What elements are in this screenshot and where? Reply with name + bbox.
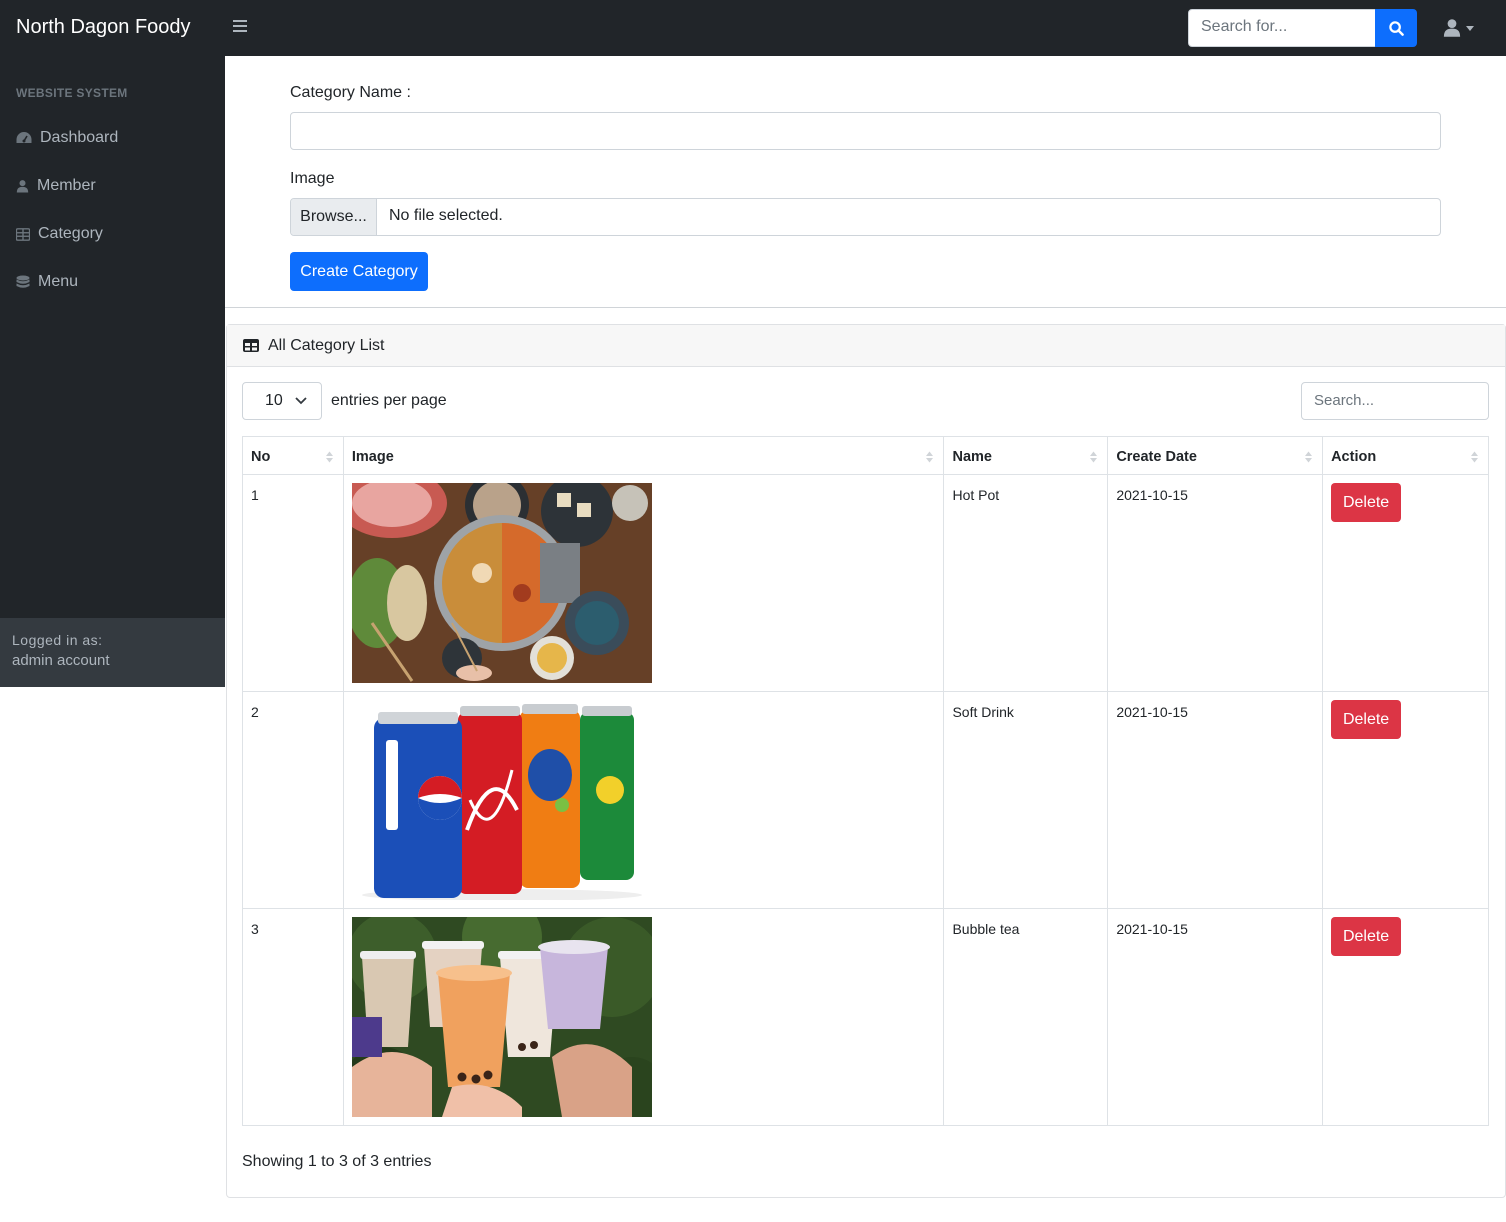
- logged-in-label: Logged in as:: [12, 632, 103, 648]
- create-category-button[interactable]: Create Category: [290, 252, 428, 291]
- column-header-action[interactable]: Action: [1322, 436, 1489, 475]
- entries-per-page-select[interactable]: 10: [242, 382, 322, 420]
- hot-pot-image: [351, 483, 652, 683]
- sidebar-footer: Logged in as: admin account: [0, 618, 225, 687]
- category-name-label: Category Name :: [290, 84, 411, 101]
- entries-info: Showing 1 to 3 of 3 entries: [242, 1153, 432, 1170]
- brand-title[interactable]: North Dagon Foody: [16, 16, 191, 39]
- search-icon: [1388, 20, 1404, 36]
- sidebar-heading: WEBSITE SYSTEM: [16, 86, 128, 100]
- per-page-value: 10: [265, 392, 283, 409]
- category-name: Soft Drink: [943, 691, 1109, 909]
- browse-button[interactable]: Browse...: [291, 199, 377, 235]
- sidebar: WEBSITE SYSTEM Dashboard Member Category: [0, 56, 225, 687]
- category-name: Hot Pot: [943, 474, 1109, 692]
- sort-icon: [325, 451, 333, 463]
- bubble-tea-image: [351, 917, 652, 1117]
- image-file-input[interactable]: Browse... No file selected.: [290, 198, 1441, 236]
- sidebar-item-label: Dashboard: [40, 129, 119, 146]
- delete-button[interactable]: Delete: [1331, 700, 1402, 739]
- search-button[interactable]: [1375, 9, 1417, 47]
- category-name-input[interactable]: [290, 112, 1441, 150]
- soft-drink-image: [351, 700, 652, 900]
- user-icon: [16, 180, 29, 193]
- table-icon: [16, 227, 30, 241]
- database-icon: [16, 275, 30, 288]
- column-header-no[interactable]: No: [242, 436, 344, 475]
- delete-button[interactable]: Delete: [1331, 917, 1402, 956]
- create-date: 2021-10-15: [1107, 691, 1324, 909]
- card-header: All Category List: [227, 325, 1505, 367]
- sidebar-item-category[interactable]: Category: [16, 222, 103, 246]
- account-name: admin account: [12, 652, 110, 669]
- top-navbar: North Dagon Foody Search for...: [0, 0, 1506, 56]
- table-row: 2 Soft Drink 2021-10-15 Delete: [242, 691, 1489, 909]
- chevron-down-icon: [295, 397, 307, 405]
- category-name: Bubble tea: [943, 908, 1109, 1126]
- row-number: 2: [242, 691, 344, 909]
- category-table: No Image Name Create Date Action 1 Hot P…: [242, 436, 1489, 1126]
- sidebar-item-member[interactable]: Member: [16, 174, 96, 198]
- table-row: 3 Bubble tea 2021-10-15 Delete: [242, 908, 1489, 1126]
- row-number: 3: [242, 908, 344, 1126]
- top-search-input[interactable]: Search for...: [1188, 9, 1376, 47]
- user-icon: [1443, 19, 1461, 37]
- column-header-create-date[interactable]: Create Date: [1107, 436, 1324, 475]
- card-title: All Category List: [268, 336, 385, 354]
- sort-icon: [1305, 451, 1313, 463]
- per-page-label: entries per page: [331, 392, 447, 409]
- sidebar-item-label: Menu: [38, 273, 79, 290]
- sidebar-item-label: Member: [37, 177, 96, 194]
- sidebar-item-dashboard[interactable]: Dashboard: [16, 126, 118, 150]
- sidebar-item-menu[interactable]: Menu: [16, 270, 78, 294]
- dashboard-icon: [16, 132, 32, 143]
- user-dropdown[interactable]: [1440, 18, 1480, 40]
- sort-icon: [926, 451, 934, 463]
- divider: [225, 307, 1506, 308]
- file-status: No file selected.: [389, 207, 503, 224]
- image-label: Image: [290, 170, 335, 187]
- table-search-input[interactable]: Search...: [1301, 382, 1489, 420]
- caret-down-icon: [1466, 26, 1474, 31]
- sidebar-toggle-icon[interactable]: [233, 20, 247, 36]
- column-header-name[interactable]: Name: [943, 436, 1109, 475]
- delete-button[interactable]: Delete: [1331, 483, 1402, 522]
- create-date: 2021-10-15: [1107, 474, 1324, 692]
- row-number: 1: [242, 474, 344, 692]
- create-date: 2021-10-15: [1107, 908, 1324, 1126]
- sort-icon: [1090, 451, 1098, 463]
- sort-icon: [1471, 451, 1478, 463]
- sidebar-item-label: Category: [38, 225, 103, 242]
- table-icon: [243, 339, 259, 352]
- table-row: 1 Hot Pot 2021-10-15 Delete: [242, 474, 1489, 692]
- column-header-image[interactable]: Image: [342, 436, 945, 475]
